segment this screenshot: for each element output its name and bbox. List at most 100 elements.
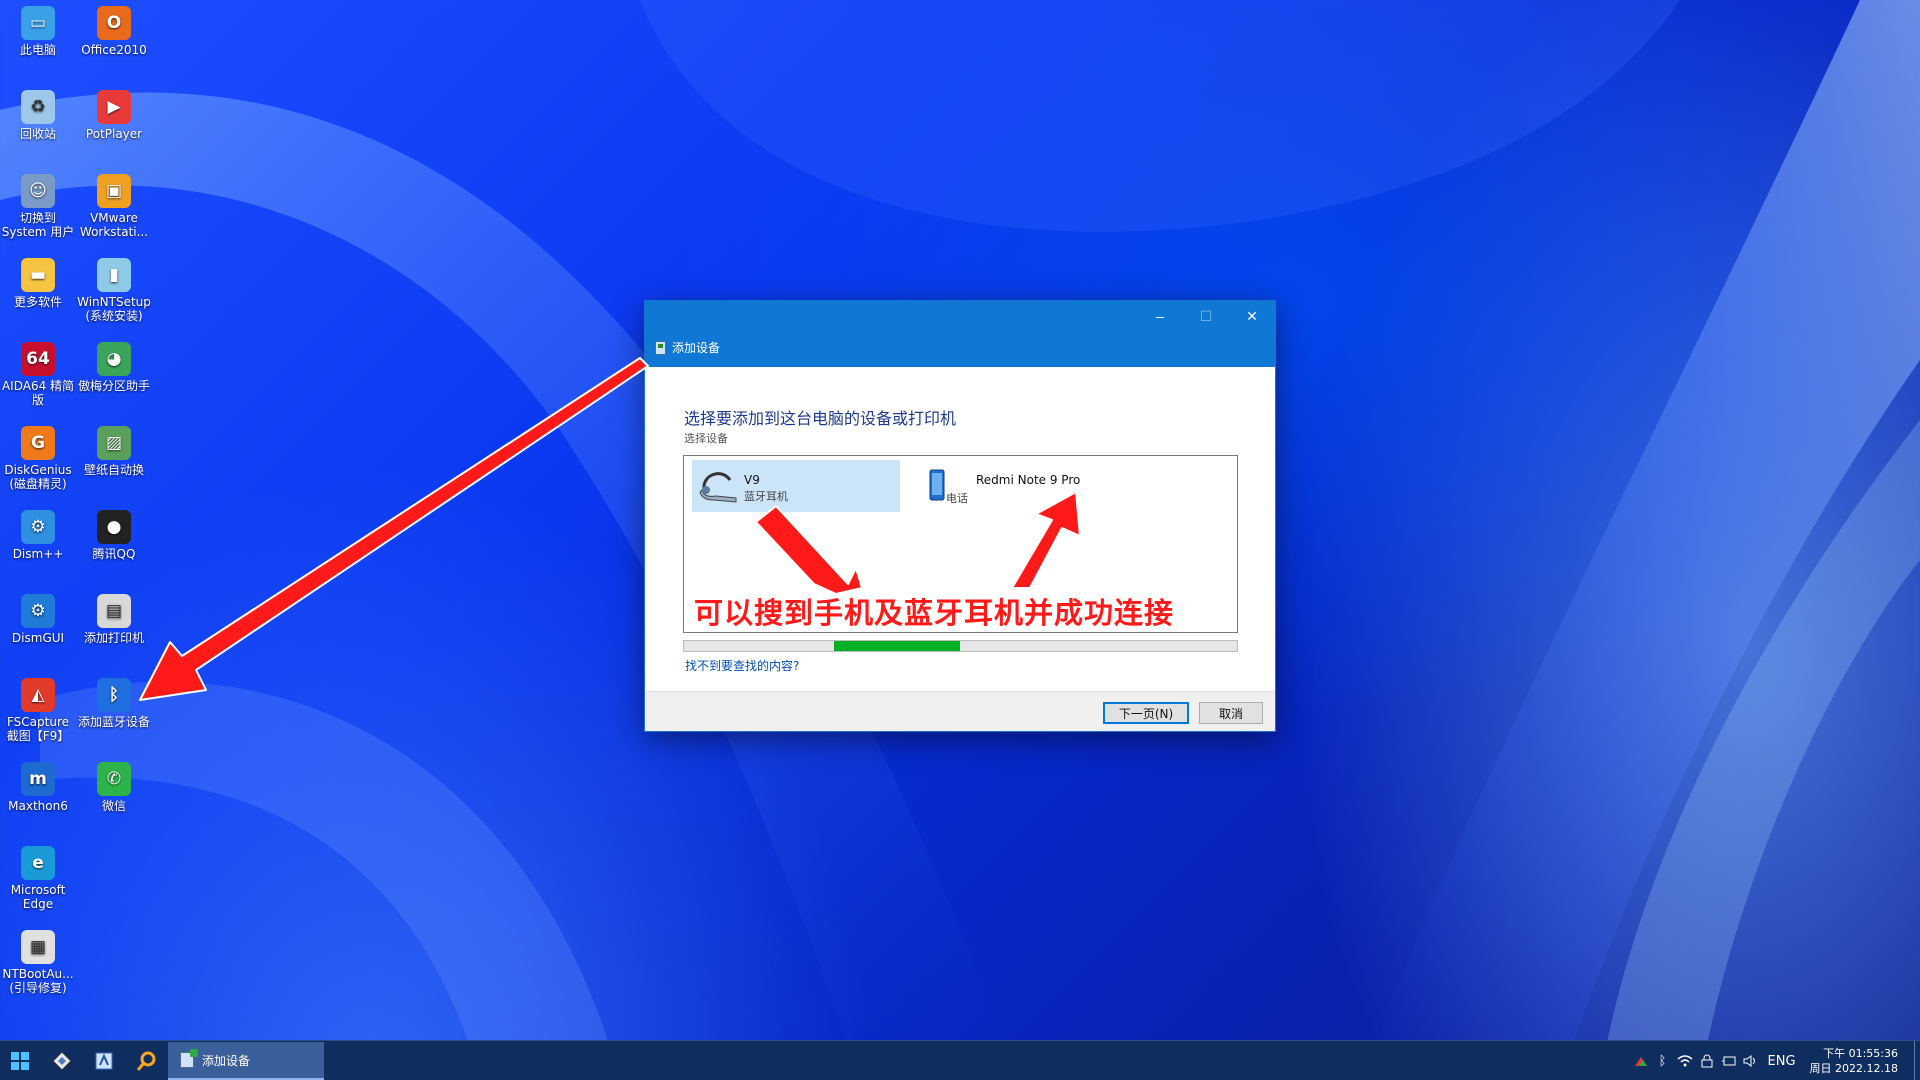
recycle-bin-icon: ♻ xyxy=(21,90,55,124)
desktop-icon-label: Microsoft Edge xyxy=(10,883,66,911)
volume-icon[interactable] xyxy=(1740,1041,1762,1080)
arrow-to-bluetooth-icon xyxy=(139,357,649,701)
desktop-icon-label: Maxthon6 xyxy=(8,799,68,813)
desktop-icon-15[interactable]: ▤ 添加打印机 xyxy=(76,594,152,645)
desktop-icon-13[interactable]: ● 腾讯QQ xyxy=(76,510,152,561)
computer-icon: ▭ xyxy=(21,6,55,40)
desktop-icon-label: 傲梅分区助手 xyxy=(77,379,150,393)
show-hidden-icons[interactable] xyxy=(1630,1041,1652,1080)
dialog-footer: 下一页(N) 取消 xyxy=(645,691,1275,731)
qq-icon: ● xyxy=(97,510,131,544)
apps-icon xyxy=(1634,1057,1647,1066)
desktop-icon-11[interactable]: ▨ 壁纸自动换 xyxy=(76,426,152,477)
desktop-icon-label: 添加蓝牙设备 xyxy=(77,715,150,729)
desktop-icon-21[interactable]: ▦ NTBootAu... (引导修复) xyxy=(0,930,76,995)
bluetooth-tray-icon[interactable]: ᛒ xyxy=(1652,1041,1674,1080)
folder-icon: ▬ xyxy=(21,258,55,292)
maximize-button: ☐ xyxy=(1199,307,1213,324)
desktop-icon-label: 添加打印机 xyxy=(83,631,144,645)
desktop-icon-5[interactable]: ▣ VMware Workstati... xyxy=(76,174,152,239)
wechat-icon: ✆ xyxy=(97,762,131,796)
clock[interactable]: 下午 01:55:36 周日 2022.12.18 xyxy=(1802,1046,1914,1076)
desktop-icon-label: 此电脑 xyxy=(19,43,56,57)
annotation-text: 可以搜到手机及蓝牙耳机并成功连接 xyxy=(694,596,1175,630)
gears-icon: ⚙ xyxy=(21,510,55,544)
desktop-icon-label: 腾讯QQ xyxy=(92,547,136,561)
desktop-icon-label: NTBootAu... (引导修复) xyxy=(2,967,74,995)
wifi-icon[interactable] xyxy=(1674,1041,1696,1080)
search-icon xyxy=(136,1051,156,1071)
device-type: 蓝牙耳机 xyxy=(744,490,788,503)
edge-icon: e xyxy=(21,846,55,880)
gear-icon: ⚙ xyxy=(21,594,55,628)
desktop-icon-16[interactable]: ◭ FSCapture 截图【F9】 xyxy=(0,678,76,743)
desktop-icon-7[interactable]: ▮ WinNTSetup (系统安装) xyxy=(76,258,152,323)
clock-time: 下午 01:55:36 xyxy=(1823,1047,1898,1060)
minimize-button[interactable]: – xyxy=(1137,301,1183,331)
taskbar: 添加设备 ᛒ ENG 下午 01:55:36 周日 2022.12.18 xyxy=(0,1040,1920,1080)
start-button[interactable] xyxy=(0,1041,40,1080)
taskbar-pin-2[interactable] xyxy=(84,1041,124,1080)
system-tray: ᛒ ENG 下午 01:55:36 周日 2022.12.18 xyxy=(1630,1041,1920,1080)
desktop-icon-3[interactable]: ▶ PotPlayer xyxy=(76,90,152,141)
desktop-icon-9[interactable]: ◕ 傲梅分区助手 xyxy=(76,342,152,393)
desktop-icon-20[interactable]: e Microsoft Edge xyxy=(0,846,76,911)
cancel-button[interactable]: 取消 xyxy=(1199,702,1263,724)
language-indicator[interactable]: ENG xyxy=(1762,1041,1802,1080)
aida64-icon: 64 xyxy=(21,342,55,376)
play-icon: ▶ xyxy=(97,90,131,124)
add-device-icon xyxy=(180,1049,198,1068)
search-button[interactable] xyxy=(126,1041,166,1080)
progress-fill xyxy=(834,641,960,651)
taskbar-app-add-device[interactable]: 添加设备 xyxy=(168,1042,324,1080)
diskgenius-icon: G xyxy=(21,426,55,460)
device-item-v9[interactable]: V9 蓝牙耳机 xyxy=(692,460,900,512)
add-device-icon xyxy=(655,340,666,355)
dialog-heading: 选择要添加到这台电脑的设备或打印机 xyxy=(684,409,957,428)
desktop-icons: ▭ 此电脑 O Office2010 ♻ 回收站 ▶ PotPlayer ☺ 切换到 System… xyxy=(0,0,160,1040)
desktop-icon-label: 回收站 xyxy=(19,127,56,141)
device-name: Redmi Note 9 Pro xyxy=(976,473,1081,487)
desktop-icon-14[interactable]: ⚙ DismGUI xyxy=(0,594,76,645)
desktop-icon-1[interactable]: O Office2010 xyxy=(76,6,152,57)
boot-repair-icon: ▦ xyxy=(21,930,55,964)
close-button[interactable]: ✕ xyxy=(1229,301,1275,331)
desktop-icon-label: FSCapture 截图【F9】 xyxy=(6,715,70,743)
tools-icon xyxy=(52,1051,72,1071)
desktop-icon-17[interactable]: ᛒ 添加蓝牙设备 xyxy=(76,678,152,729)
search-progress-bar xyxy=(683,640,1238,652)
network-icon[interactable] xyxy=(1718,1041,1740,1080)
desktop-icon-19[interactable]: ✆ 微信 xyxy=(76,762,152,813)
desktop-icon-10[interactable]: G DiskGenius (磁盘精灵) xyxy=(0,426,76,491)
taskbar-pin-1[interactable] xyxy=(42,1041,82,1080)
device-name: V9 xyxy=(744,473,760,487)
desktop-icon-4[interactable]: ☺ 切换到 System 用户 xyxy=(0,174,76,239)
desktop-icon-6[interactable]: ▬ 更多软件 xyxy=(0,258,76,309)
taskbar-app-label: 添加设备 xyxy=(202,1053,251,1068)
desktop-icon-label: VMware Workstati... xyxy=(79,211,149,239)
desktop-icon-18[interactable]: m Maxthon6 xyxy=(0,762,76,813)
show-desktop-button[interactable] xyxy=(1914,1041,1920,1080)
desktop-icon-label: Office2010 xyxy=(81,43,147,57)
desktop-icon-label: DiskGenius (磁盘精灵) xyxy=(4,463,72,491)
office-icon: O xyxy=(97,6,131,40)
next-button[interactable]: 下一页(N) xyxy=(1103,702,1189,724)
dialog-titlebar[interactable]: – ☐ ✕ 添加设备 xyxy=(645,301,1275,367)
desktop-icon-12[interactable]: ⚙ Dism++ xyxy=(0,510,76,561)
maxthon-icon: m xyxy=(21,762,55,796)
desktop-icon-label: Dism++ xyxy=(12,547,64,561)
lock-icon[interactable] xyxy=(1696,1041,1718,1080)
desktop-icon-2[interactable]: ♻ 回收站 xyxy=(0,90,76,141)
users-icon: ☺ xyxy=(21,174,55,208)
device-item-redmi[interactable]: Redmi Note 9 Pro 电话 xyxy=(908,460,1134,512)
dialog-subheading: 选择设备 xyxy=(684,432,728,445)
desktop-icon-8[interactable]: 64 AIDA64 精简版 xyxy=(0,342,76,407)
partition-icon: ◕ xyxy=(97,342,131,376)
wallpaper-icon: ▨ xyxy=(97,426,131,460)
help-link[interactable]: 找不到要查找的内容? xyxy=(685,657,799,674)
clock-date: 周日 2022.12.18 xyxy=(1809,1062,1898,1075)
capture-icon: ◭ xyxy=(21,678,55,712)
desktop-icon-0[interactable]: ▭ 此电脑 xyxy=(0,6,76,57)
desktop-icon-label: 壁纸自动换 xyxy=(83,463,144,477)
device-type: 电话 xyxy=(946,492,968,505)
